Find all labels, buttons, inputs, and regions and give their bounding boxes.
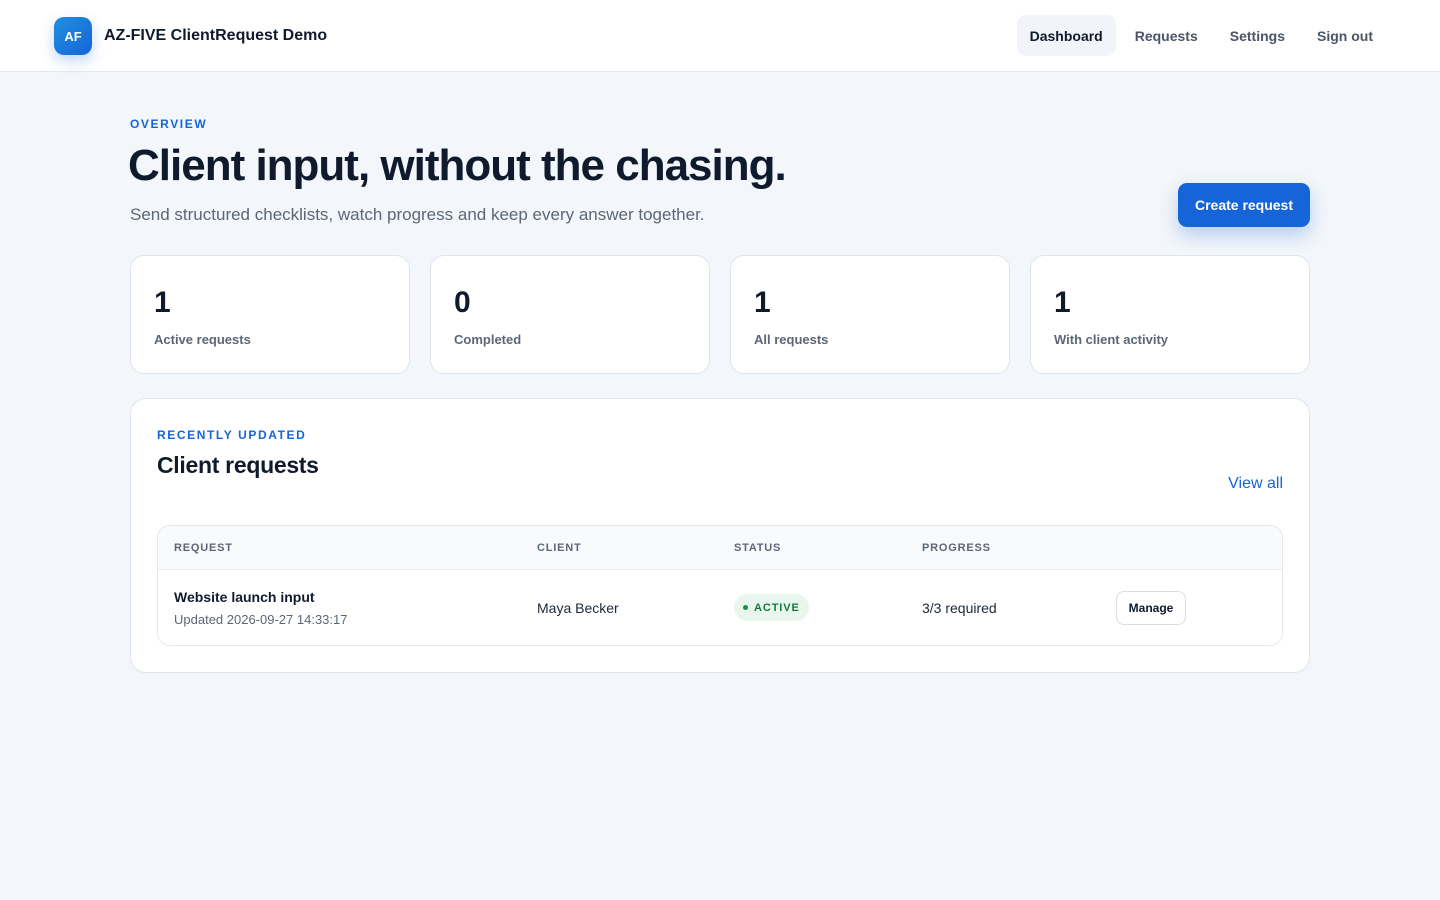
top-bar: AF AZ-FIVE ClientRequest Demo Dashboard … xyxy=(0,0,1440,72)
logo-initials: AF xyxy=(64,28,82,44)
brand[interactable]: AF AZ-FIVE ClientRequest Demo xyxy=(54,17,327,55)
stat-value: 1 xyxy=(1054,286,1071,319)
column-header-progress: PROGRESS xyxy=(922,542,991,554)
stat-card-client-activity: 1 With client activity xyxy=(1030,255,1310,374)
stat-value: 0 xyxy=(454,286,471,319)
view-all-link[interactable]: View all xyxy=(1228,475,1283,493)
stat-value: 1 xyxy=(154,286,171,319)
nav-dashboard[interactable]: Dashboard xyxy=(1016,15,1116,56)
stat-label: All requests xyxy=(754,332,829,347)
stat-label: With client activity xyxy=(1054,332,1169,347)
nav-settings[interactable]: Settings xyxy=(1217,15,1298,56)
nav-requests[interactable]: Requests xyxy=(1122,15,1211,56)
page-subtitle: Send structured checklists, watch progre… xyxy=(130,205,705,224)
logo: AF xyxy=(54,17,92,55)
client-requests-panel: RECENTLY UPDATED Client requests View al… xyxy=(130,398,1310,673)
stats-row: 1 Active requests 0 Completed 1 All requ… xyxy=(130,255,1310,374)
table-row: Website launch input Updated 2026-09-27 … xyxy=(158,570,1282,645)
main-nav: Dashboard Requests Settings Sign out xyxy=(1016,15,1386,56)
stat-label: Active requests xyxy=(154,332,251,347)
status-dot-icon xyxy=(743,605,748,610)
stat-card-completed: 0 Completed xyxy=(430,255,710,374)
request-updated: Updated 2026-09-27 14:33:17 xyxy=(174,612,348,627)
stat-card-all: 1 All requests xyxy=(730,255,1010,374)
status-badge: ACTIVE xyxy=(734,594,809,621)
column-header-status: STATUS xyxy=(734,542,782,554)
column-header-client: CLIENT xyxy=(537,542,582,554)
manage-button[interactable]: Manage xyxy=(1116,591,1186,625)
page-title: Client input, without the chasing. xyxy=(128,141,787,190)
table-header: REQUEST CLIENT STATUS PROGRESS xyxy=(158,526,1282,570)
panel-title: Client requests xyxy=(157,452,319,478)
column-header-request: REQUEST xyxy=(174,542,233,554)
client-name: Maya Becker xyxy=(537,600,619,616)
requests-table: REQUEST CLIENT STATUS PROGRESS Website l… xyxy=(157,525,1283,646)
request-name: Website launch input xyxy=(174,589,315,605)
nav-sign-out[interactable]: Sign out xyxy=(1304,15,1386,56)
recently-updated-eyebrow: RECENTLY UPDATED xyxy=(157,428,307,442)
app-name: AZ-FIVE ClientRequest Demo xyxy=(104,27,328,44)
create-request-button[interactable]: Create request xyxy=(1178,183,1310,227)
status-label: ACTIVE xyxy=(754,601,800,614)
overview-eyebrow: OVERVIEW xyxy=(130,117,208,131)
stat-value: 1 xyxy=(754,286,771,319)
stat-card-active: 1 Active requests xyxy=(130,255,410,374)
stat-label: Completed xyxy=(454,332,522,347)
progress-text: 3/3 required xyxy=(922,600,997,616)
